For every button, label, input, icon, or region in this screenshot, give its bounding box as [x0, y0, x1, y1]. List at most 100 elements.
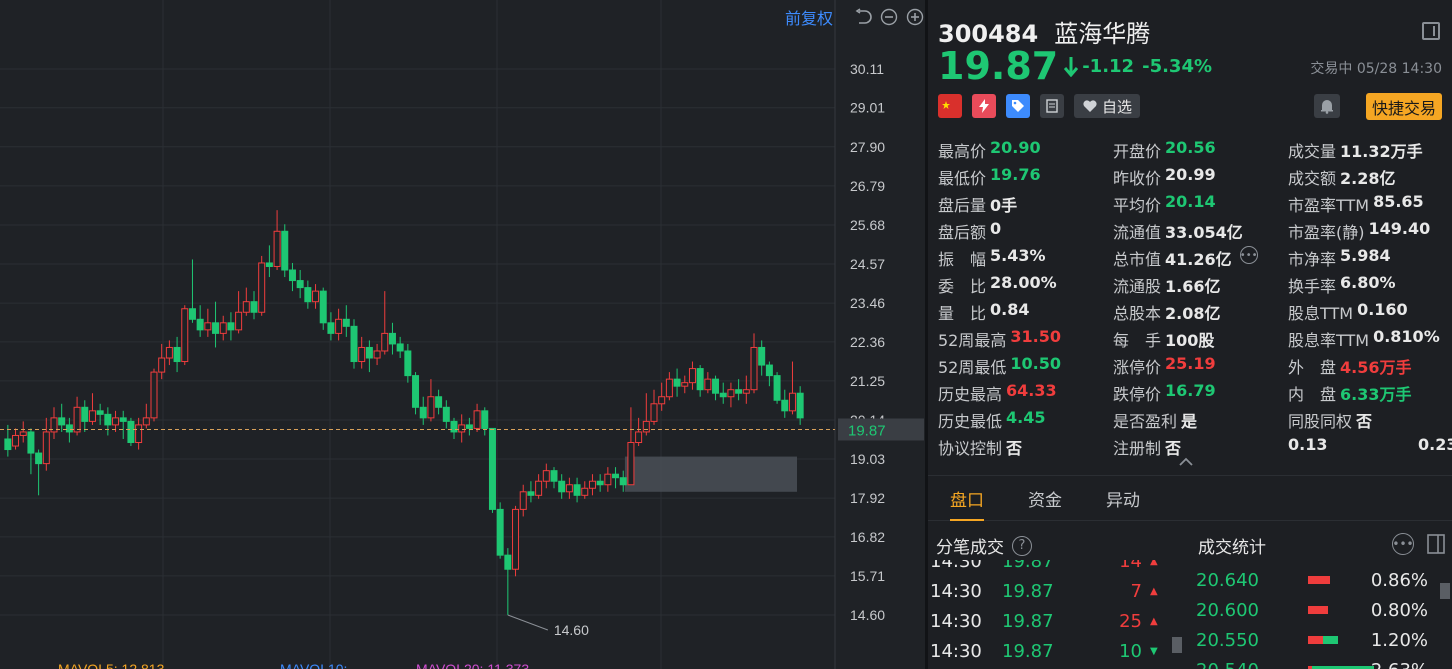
candle: [765, 361, 773, 387]
candle-body: [165, 346, 173, 359]
volume-stat-price: 20.540: [1196, 660, 1306, 669]
more-options-icon[interactable]: •••: [1392, 533, 1414, 555]
stat-value: 6.80%: [1340, 273, 1396, 292]
candle-body: [504, 554, 512, 570]
tick-price: 19.87: [1002, 560, 1054, 572]
candle-body: [727, 389, 735, 398]
candle: [435, 389, 443, 415]
collapse-chevron-icon[interactable]: [1178, 455, 1194, 471]
note-icon[interactable]: [1040, 94, 1064, 118]
candle: [719, 382, 727, 404]
candle-body: [596, 480, 604, 486]
stat-label: 流通值: [1113, 223, 1162, 242]
candle: [412, 372, 420, 415]
tick-trades-title: 分笔成交: [936, 538, 1004, 558]
zoom-in-icon[interactable]: [905, 7, 925, 27]
min-leader-line: [507, 614, 549, 631]
stat-value: 20.14: [1165, 192, 1216, 211]
price-axis-label: 16.82: [850, 529, 885, 545]
candle: [542, 463, 550, 489]
tick-list-scrollbar[interactable]: [1172, 637, 1182, 653]
stat-item: 委 比 28.00%: [938, 273, 1057, 297]
candle-body: [35, 452, 43, 465]
tab-order-book[interactable]: 盘口: [928, 476, 1006, 521]
candle: [381, 291, 389, 355]
candlestick-plot[interactable]: 30.11 29.01 27.90 26.79 25.68 24.57 23.46 22.36…: [0, 0, 925, 669]
candle: [788, 361, 796, 415]
volume-stat-row: 20.600 0.80%: [1196, 595, 1446, 625]
volume-stats-list[interactable]: 20.6400.86%20.6000.80%20.5501.20%20.5402…: [1196, 565, 1446, 669]
price-tag-icon[interactable]: [1006, 94, 1030, 118]
tick-trades-list[interactable]: 14:30 19.87 14 ▲ 14:30 19.87 7 ▲ 14:30 19.87 25 ▲ 14…: [930, 560, 1180, 669]
stat-item: 历史最低 4.45: [938, 408, 1046, 432]
volume-stat-price: 20.550: [1196, 629, 1259, 651]
candle: [473, 403, 481, 432]
reset-icon[interactable]: [853, 7, 873, 27]
price-row: 19.87 -1.12 -5.34%: [938, 44, 1212, 88]
tab-anomalies[interactable]: 异动: [1084, 476, 1162, 520]
candle-body: [227, 322, 235, 331]
candle: [588, 474, 596, 496]
stat-item: 外 盘 4.56万手: [1288, 354, 1412, 378]
candle-body: [435, 396, 443, 408]
candle-body: [296, 280, 304, 289]
candle: [335, 308, 343, 341]
stat-item: 流通值 33.054亿: [1113, 219, 1243, 243]
zoom-out-icon[interactable]: [879, 7, 899, 27]
stat-value: 否: [1006, 439, 1023, 458]
kline-chart[interactable]: 30.11 29.01 27.90 26.79 25.68 24.57 23.46 22.36…: [0, 0, 925, 669]
stat-item: 最低价 19.76: [938, 165, 1041, 189]
stat-value: 85.65: [1373, 192, 1424, 211]
candle: [304, 280, 312, 309]
candle-body: [173, 346, 181, 363]
tab-capital-flow[interactable]: 资金: [1006, 476, 1084, 520]
stat-item: 股息率TTM 0.810%: [1288, 327, 1440, 351]
candle-body: [327, 322, 335, 334]
buy-up-arrow-icon: ▲: [1150, 615, 1158, 627]
stat-row: 盘后量 0手 平均价 20.14 市盈率TTM 85.65: [938, 192, 1448, 219]
candle-body: [312, 290, 320, 303]
candle-body: [204, 322, 212, 331]
volume-stats-scrollbar[interactable]: [1440, 583, 1450, 599]
stat-item: 昨收价 20.99: [1113, 165, 1216, 189]
candle-body: [288, 269, 296, 282]
volume-stat-row: 20.640 0.86%: [1196, 565, 1446, 595]
expand-panel-icon[interactable]: [1426, 533, 1446, 559]
tick-volume: 14: [1119, 560, 1142, 572]
stat-label: 股息TTM: [1288, 304, 1354, 323]
candle: [673, 368, 681, 397]
price-axis-label: 23.46: [850, 295, 885, 311]
side-panel-toggle-icon[interactable]: [1422, 22, 1440, 40]
candle: [273, 210, 281, 271]
stat-label: 内 盘: [1288, 385, 1337, 404]
gap-zone: [624, 456, 797, 492]
candle: [350, 319, 358, 369]
stat-label: 最低价: [938, 169, 987, 188]
help-icon[interactable]: ?: [1012, 535, 1032, 556]
candle-body: [465, 424, 473, 429]
quick-trade-button[interactable]: 快捷交易: [1365, 93, 1442, 120]
candle: [727, 382, 735, 408]
quote-panel: 300484 蓝海华腾 19.87 -1.12 -5.34% 交易中 05/28…: [928, 0, 1452, 669]
mavol-label: MAVOL5: 12.813: [58, 661, 165, 669]
candle: [773, 372, 781, 404]
stat-row: 振 幅 5.43% 总市值 41.26亿 ••• 市净率 5.984: [938, 246, 1448, 273]
candle: [250, 291, 258, 320]
stat-label: 最高价: [938, 142, 987, 161]
candle-body: [188, 308, 196, 320]
candle: [612, 467, 620, 489]
stat-value: 20.99: [1165, 165, 1216, 184]
stat-item: 内 盘 6.33万手: [1288, 381, 1412, 405]
candle-body: [27, 431, 35, 454]
stat-value: 149.40: [1368, 219, 1431, 238]
price-alert-button[interactable]: [1314, 94, 1340, 118]
add-watchlist-button[interactable]: 自选: [1074, 94, 1141, 118]
candle-body: [273, 230, 281, 267]
stat-label: 每 手: [1113, 331, 1162, 350]
lightning-badge-icon[interactable]: [972, 94, 996, 118]
restore-adjust-button[interactable]: 前复权: [785, 5, 833, 29]
candle: [627, 407, 635, 486]
candle-body: [235, 311, 243, 331]
more-market-cap-icon[interactable]: •••: [1239, 246, 1258, 264]
candle: [281, 224, 289, 278]
